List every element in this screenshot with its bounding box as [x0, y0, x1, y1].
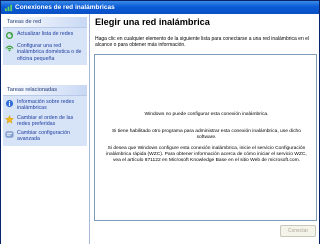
advanced-settings-label: Cambiar configuración avanzada	[17, 130, 70, 143]
related-tasks-list: Información sobre redes inalámbricas Cam…	[3, 96, 87, 146]
info-icon	[5, 99, 14, 108]
other-software-message: Si tiene habilitado otro programa para a…	[112, 129, 301, 140]
refresh-network-list-label: Actualizar lista de redes	[17, 31, 74, 37]
connect-button[interactable]: Conectar	[280, 225, 316, 237]
network-tasks-list: Actualizar lista de redes Configurar una…	[3, 28, 87, 65]
related-tasks-header[interactable]: Tareas relacionadas	[3, 85, 87, 96]
change-preferred-order-link[interactable]: Cambiar el orden de las redes preferidas	[5, 115, 85, 128]
network-tasks-header[interactable]: Tareas de red	[3, 17, 87, 28]
network-tasks-panel: Tareas de red Actualizar lista de redes	[3, 17, 87, 65]
wireless-info-link[interactable]: Información sobre redes inalámbricas	[5, 99, 85, 112]
advanced-settings-link[interactable]: Cambiar configuración avanzada	[5, 130, 85, 143]
setup-wireless-network-label: Configurar una red inalámbrica doméstica…	[17, 43, 82, 62]
wireless-setup-icon	[5, 45, 14, 52]
page-description: Haga clic en cualquier elemento de la si…	[95, 36, 310, 48]
window-title: Conexiones de red inalámbricas	[15, 4, 115, 11]
settings-icon	[5, 131, 14, 138]
wireless-network-icon	[4, 4, 13, 12]
star-icon	[5, 114, 14, 124]
sidebar: Tareas de red Actualizar lista de redes	[1, 14, 89, 244]
wireless-info-label: Información sobre redes inalámbricas	[17, 99, 75, 112]
wireless-connections-window: Conexiones de red inalámbricas Tareas de…	[0, 0, 320, 244]
refresh-icon	[5, 31, 14, 40]
related-tasks-panel: Tareas relacionadas Información sobre re…	[3, 85, 87, 146]
page-title: Elegir una red inalámbrica	[95, 17, 210, 27]
title-bar[interactable]: Conexiones de red inalámbricas	[1, 1, 319, 14]
main-content: Elegir una red inalámbrica Haga clic en …	[89, 14, 319, 244]
change-preferred-order-label: Cambiar el orden de las redes preferidas	[17, 114, 74, 127]
setup-wireless-network-link[interactable]: Configurar una red inalámbrica doméstica…	[5, 43, 85, 62]
wzc-service-message: Si desea que Windows configure esta cone…	[106, 146, 307, 163]
refresh-network-list-link[interactable]: Actualizar lista de redes	[5, 31, 85, 40]
status-message: Windows no puede configurar esta conexió…	[144, 112, 269, 117]
network-list[interactable]: Windows no puede configurar esta conexió…	[94, 54, 317, 221]
